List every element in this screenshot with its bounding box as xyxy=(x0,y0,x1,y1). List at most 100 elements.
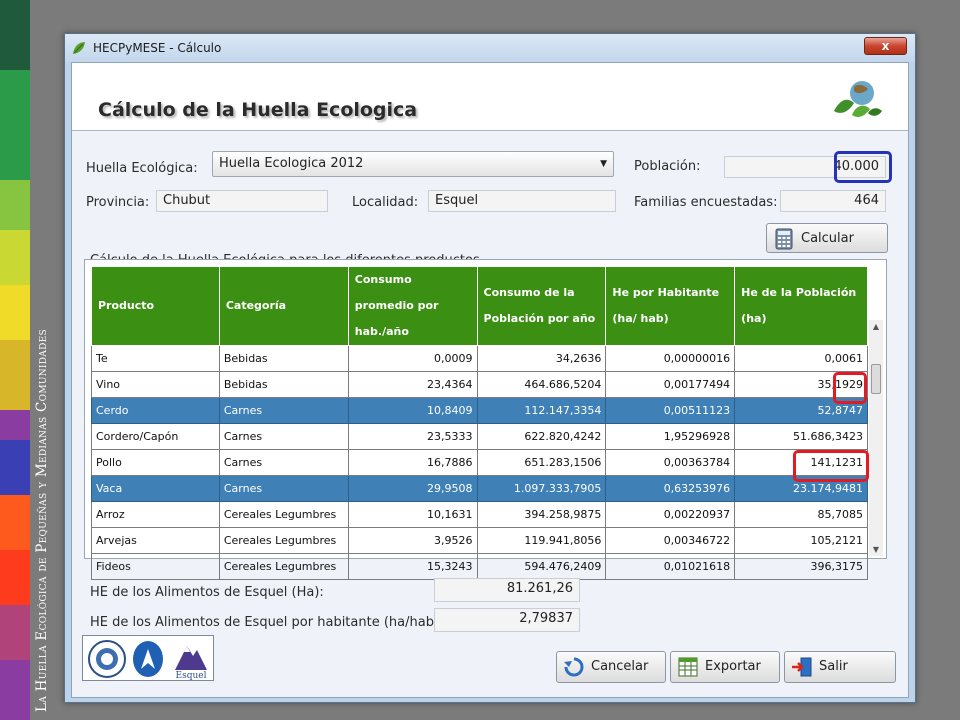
table-cell: 105,2121 xyxy=(734,527,868,554)
table-cell: Cereales Legumbres xyxy=(218,553,349,580)
scroll-thumb[interactable] xyxy=(871,364,881,394)
table-cell: 23.174,9481 xyxy=(734,475,868,502)
table-cell: 0,00177494 xyxy=(605,371,736,398)
table-cell: Carnes xyxy=(218,423,349,450)
title-bar: HECPyMESE - Cálculo x xyxy=(65,34,915,62)
scroll-down-icon[interactable]: ▼ xyxy=(869,545,883,554)
table-cell: 23,4364 xyxy=(347,371,478,398)
table-cell: 0,00346722 xyxy=(605,527,736,554)
table-body: Te Bebidas 0,0009 34,2636 0,00000016 0,0061 Vi… xyxy=(91,345,868,580)
he-hab-field[interactable]: 2,79837 xyxy=(434,608,580,632)
table-cell: 51.686,3423 xyxy=(734,423,868,450)
cancelar-button[interactable]: Cancelar xyxy=(556,651,666,683)
table-cell: Vaca xyxy=(91,475,220,502)
table-cell: 35,1929 xyxy=(734,371,868,398)
seal-logo-icon xyxy=(88,640,126,678)
side-band-segment xyxy=(0,440,30,495)
table-row[interactable]: Fideos Cereales Legumbres 15,3243 594.476,2… xyxy=(91,553,868,580)
table-cell: Arvejas xyxy=(91,527,220,554)
column-header[interactable]: Consumo promedio por hab./año xyxy=(347,266,478,346)
salir-button-label: Salir xyxy=(819,659,848,674)
column-header[interactable]: Consumo de la Población por año xyxy=(476,266,607,346)
table-cell: 29,9508 xyxy=(347,475,478,502)
huella-select[interactable]: Huella Ecologica 2012 ▼ xyxy=(212,151,614,177)
calcular-button-label: Calcular xyxy=(801,231,854,246)
exportar-button[interactable]: Exportar xyxy=(670,651,780,683)
chevron-down-icon: ▼ xyxy=(600,159,607,169)
localidad-label: Localidad: xyxy=(352,195,419,210)
he-total-field[interactable]: 81.261,26 xyxy=(434,578,580,602)
table-cell: Cereales Legumbres xyxy=(218,527,349,554)
table-cell: 0,01021618 xyxy=(605,553,736,580)
side-band-segment xyxy=(0,410,30,440)
side-color-band xyxy=(0,0,30,720)
calculator-icon xyxy=(775,228,793,250)
close-button[interactable]: x xyxy=(864,37,907,55)
table-cell: 10,8409 xyxy=(347,397,478,424)
side-band-segment xyxy=(0,285,30,340)
poblacion-field[interactable]: 40.000 xyxy=(724,156,886,178)
table-cell: 0,00220937 xyxy=(605,501,736,528)
table-cell: 34,2636 xyxy=(476,345,607,372)
provincia-field[interactable]: Chubut xyxy=(156,190,328,212)
table-row[interactable]: Arroz Cereales Legumbres 10,1631 394.258,98… xyxy=(91,501,868,528)
spreadsheet-icon xyxy=(678,657,698,677)
cancelar-button-label: Cancelar xyxy=(591,659,649,674)
table-cell: 0,0061 xyxy=(734,345,868,372)
column-header[interactable]: Producto xyxy=(91,266,220,346)
side-band-segment xyxy=(0,70,30,180)
table-row[interactable]: Vino Bebidas 23,4364 464.686,5204 0,00177494… xyxy=(91,371,868,398)
scroll-up-icon[interactable]: ▲ xyxy=(869,322,883,331)
table-cell: 15,3243 xyxy=(347,553,478,580)
table-cell: 651.283,1506 xyxy=(476,449,607,476)
table-cell: Pollo xyxy=(91,449,220,476)
table-cell: 622.820,4242 xyxy=(476,423,607,450)
side-band-segment xyxy=(0,180,30,230)
table-cell: Cerdo xyxy=(91,397,220,424)
table-row[interactable]: Pollo Carnes 16,7886 651.283,1506 0,00363784… xyxy=(91,449,868,476)
app-window: HECPyMESE - Cálculo x Cálculo de la Huel… xyxy=(64,33,916,703)
column-header[interactable]: He por Habitante (ha/ hab) xyxy=(605,266,736,346)
table-cell: 0,00000016 xyxy=(605,345,736,372)
institution-logos: Esquel xyxy=(82,635,214,681)
table-cell: 0,63253976 xyxy=(605,475,736,502)
exportar-button-label: Exportar xyxy=(705,659,761,674)
table-cell: 594.476,2409 xyxy=(476,553,607,580)
side-band-segment xyxy=(0,660,30,720)
table-cell: Vino xyxy=(91,371,220,398)
localidad-field[interactable]: Esquel xyxy=(428,190,616,212)
table-row[interactable]: Arvejas Cereales Legumbres 3,9526 119.941,8… xyxy=(91,527,868,554)
table-cell: Fideos xyxy=(91,553,220,580)
side-band-segment xyxy=(0,495,30,550)
app-leaf-icon xyxy=(73,42,85,54)
familias-field[interactable]: 464 xyxy=(780,190,886,212)
huella-select-value: Huella Ecologica 2012 xyxy=(219,156,364,171)
table-scrollbar[interactable]: ▲ ▼ xyxy=(869,320,883,556)
familias-label: Familias encuestadas: xyxy=(634,195,778,210)
table-row[interactable]: Te Bebidas 0,0009 34,2636 0,00000016 0,0061 xyxy=(91,345,868,372)
salir-button[interactable]: Salir xyxy=(784,651,896,683)
table-cell: Cordero/Capón xyxy=(91,423,220,450)
undo-icon xyxy=(564,657,584,677)
table-row[interactable]: Cerdo Carnes 10,8409 112.147,3354 0,00511123… xyxy=(91,397,868,424)
exit-door-icon xyxy=(792,657,812,677)
he-total-label: HE de los Alimentos de Esquel (Ha): xyxy=(90,585,324,600)
table-cell: 16,7886 xyxy=(347,449,478,476)
client-area: Cálculo de la Huella Ecologica Huella Ec… xyxy=(71,62,909,698)
table-cell: 0,00363784 xyxy=(605,449,736,476)
table-header-row: Producto Categoría Consumo promedio por ha… xyxy=(91,266,868,346)
table-row[interactable]: Cordero/Capón Carnes 23,5333 622.820,4242 1,… xyxy=(91,423,868,450)
table-cell: 10,1631 xyxy=(347,501,478,528)
table-cell: Bebidas xyxy=(218,371,349,398)
eco-logo-icon xyxy=(834,81,882,117)
table-cell: 112.147,3354 xyxy=(476,397,607,424)
column-header[interactable]: He de la Población (ha) xyxy=(734,266,868,346)
calcular-button[interactable]: Calcular xyxy=(766,223,888,253)
table-cell: 0,0009 xyxy=(347,345,478,372)
column-header[interactable]: Categoría xyxy=(218,266,349,346)
table-row[interactable]: Vaca Carnes 29,9508 1.097.333,7905 0,6325397… xyxy=(91,475,868,502)
side-band-segment xyxy=(0,0,30,70)
table-cell: 3,9526 xyxy=(347,527,478,554)
table-cell: 23,5333 xyxy=(347,423,478,450)
table-cell: 396,3175 xyxy=(734,553,868,580)
